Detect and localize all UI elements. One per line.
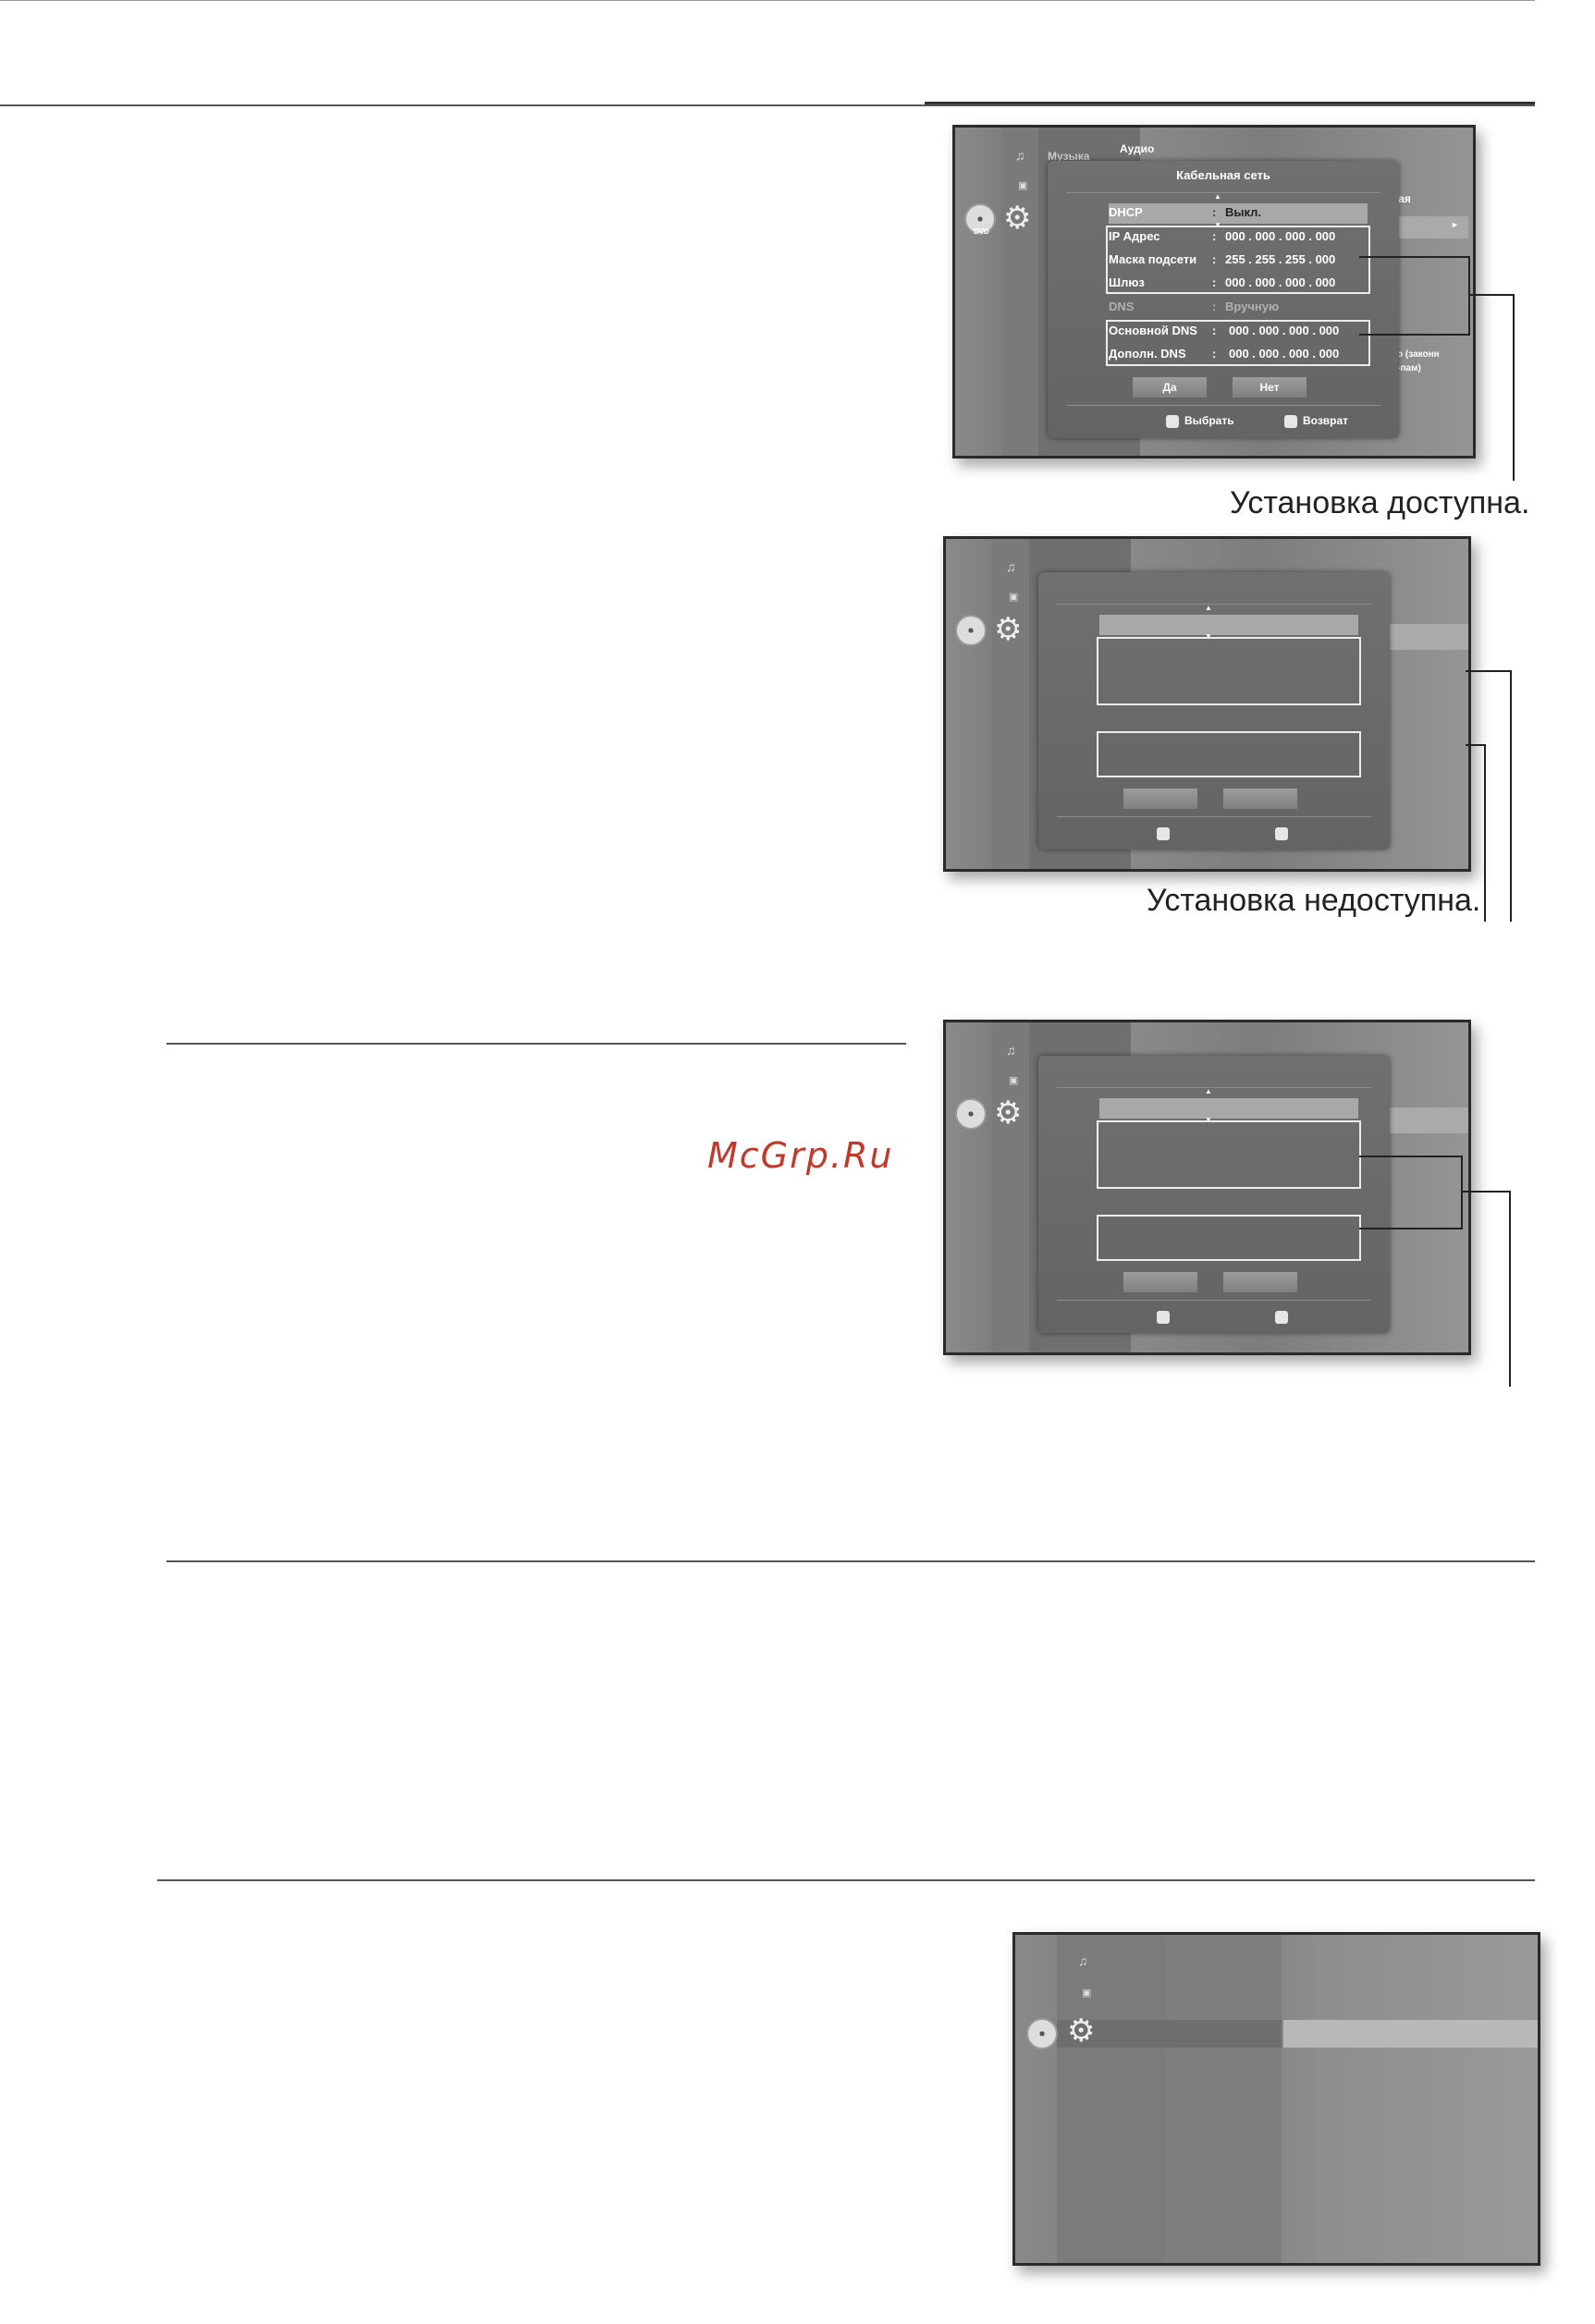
caption-unavailable: Установка недоступна.	[1147, 883, 1481, 918]
enter-icon	[1157, 1311, 1170, 1324]
dialog-title: Кабельная сеть	[1176, 168, 1270, 182]
header-rule-right	[925, 102, 1535, 104]
gear-icon: ⚙	[994, 611, 1023, 648]
photo-icon: ▣	[1009, 592, 1019, 603]
yes-button[interactable]	[1123, 1272, 1197, 1292]
return-icon	[1275, 1311, 1288, 1324]
dns-settings-frame	[1097, 1215, 1361, 1261]
scroll-up-icon[interactable]: ▲	[1205, 1087, 1212, 1095]
section-rule-2	[166, 1560, 1535, 1562]
select-hint: Выбрать	[1166, 414, 1234, 428]
dns-settings-frame	[1097, 731, 1361, 777]
dhcp-row[interactable]: DHCP : Выкл.	[1101, 202, 1379, 224]
wired-network-dialog-blank-3: ▲ ▼	[1038, 1056, 1390, 1333]
dvd-label: DVD	[974, 227, 989, 236]
no-button[interactable]: Нет	[1233, 377, 1307, 398]
gear-icon: ⚙	[1067, 2012, 1096, 2049]
music-icon: ♫	[1015, 148, 1025, 163]
music-icon: ♫	[1006, 1043, 1016, 1058]
dns-row[interactable]: DNS : Вручную	[1101, 296, 1379, 318]
enter-icon	[1157, 827, 1170, 840]
callout-bracket-1	[1359, 256, 1470, 336]
callout-bracket-3	[1359, 1156, 1463, 1229]
watermark: McGrp.Ru	[707, 1135, 894, 1176]
callout-line-1	[1468, 294, 1515, 481]
disc-icon	[955, 1098, 987, 1130]
no-button[interactable]	[1223, 1272, 1297, 1292]
music-icon: ♫	[1006, 559, 1016, 574]
dns-settings-frame	[1106, 320, 1370, 366]
return-hint: Возврат	[1284, 414, 1348, 428]
section-rule-3	[157, 1879, 1535, 1881]
gear-icon: ⚙	[1003, 200, 1032, 237]
return-icon	[1284, 414, 1297, 428]
caption-available: Установка доступна.	[1230, 485, 1530, 520]
bg-right-arrow: ►	[1451, 220, 1459, 229]
bg-audio-label: Аудио	[1120, 142, 1155, 155]
row-highlight	[1099, 615, 1358, 635]
top-rule	[0, 0, 1535, 1]
ip-settings-frame	[1097, 637, 1361, 705]
scroll-up-icon[interactable]: ▲	[1205, 604, 1212, 612]
section-rule-1	[166, 1043, 906, 1045]
wired-network-dialog: Кабельная сеть ▲ DHCP : Выкл. ▼ IP Адрес…	[1048, 161, 1399, 438]
disc-icon	[1026, 2018, 1058, 2049]
callout-line-3	[1461, 1191, 1511, 1387]
network-settings-screen-disabled: ♫ ▣ ⚙ ▲ ▼	[943, 536, 1471, 872]
wired-network-dialog-blank: ▲ ▼	[1038, 572, 1390, 850]
ip-settings-frame	[1097, 1120, 1361, 1189]
music-icon: ♫	[1078, 1953, 1088, 1968]
no-button[interactable]	[1223, 789, 1297, 809]
photo-icon: ▣	[1082, 1988, 1092, 1999]
disc-icon	[955, 615, 987, 646]
gear-icon: ⚙	[994, 1095, 1023, 1131]
return-icon	[1275, 827, 1288, 840]
yes-button[interactable]: Да	[1133, 377, 1207, 398]
photo-icon: ▣	[1018, 180, 1028, 191]
photo-icon: ▣	[1009, 1075, 1019, 1086]
enter-icon	[1166, 414, 1179, 428]
ip-settings-frame	[1106, 226, 1370, 294]
row-highlight	[1099, 1098, 1358, 1119]
header-rule	[0, 104, 1535, 106]
yes-button[interactable]	[1123, 789, 1197, 809]
scroll-up-icon[interactable]: ▲	[1214, 192, 1221, 201]
settings-menu-screen: ♫ ▣ ⚙	[1012, 1932, 1540, 2266]
